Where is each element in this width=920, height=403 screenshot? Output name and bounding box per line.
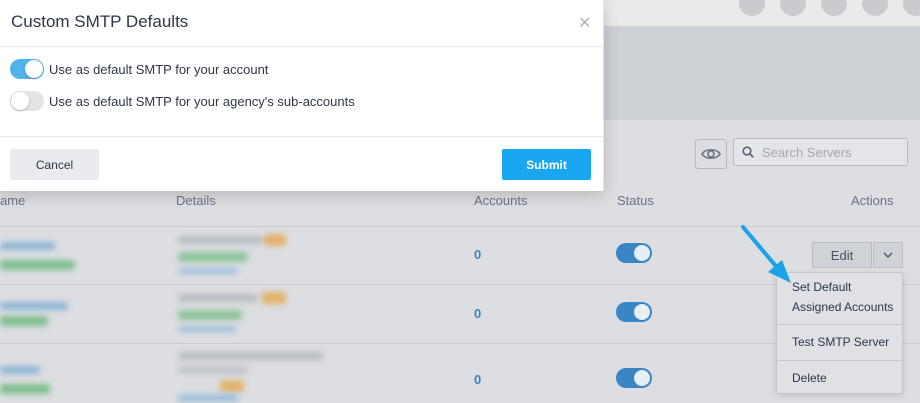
modal-title: Custom SMTP Defaults [11, 12, 189, 31]
default-account-toggle[interactable] [10, 59, 44, 79]
default-subaccounts-option: Use as default SMTP for your agency's su… [10, 91, 355, 111]
default-account-label: Use as default SMTP for your account [49, 61, 269, 77]
default-account-option: Use as default SMTP for your account [10, 59, 268, 79]
modal-header: Custom SMTP Defaults ✕ [0, 0, 603, 47]
modal-footer: Cancel Submit [0, 136, 603, 192]
default-subaccounts-label: Use as default SMTP for your agency's su… [49, 93, 355, 109]
submit-button[interactable]: Submit [502, 149, 591, 180]
custom-smtp-defaults-modal: Custom SMTP Defaults ✕ Use as default SM… [0, 0, 604, 191]
close-icon[interactable]: ✕ [578, 13, 591, 33]
cancel-button[interactable]: Cancel [10, 149, 99, 180]
default-subaccounts-toggle[interactable] [10, 91, 44, 111]
